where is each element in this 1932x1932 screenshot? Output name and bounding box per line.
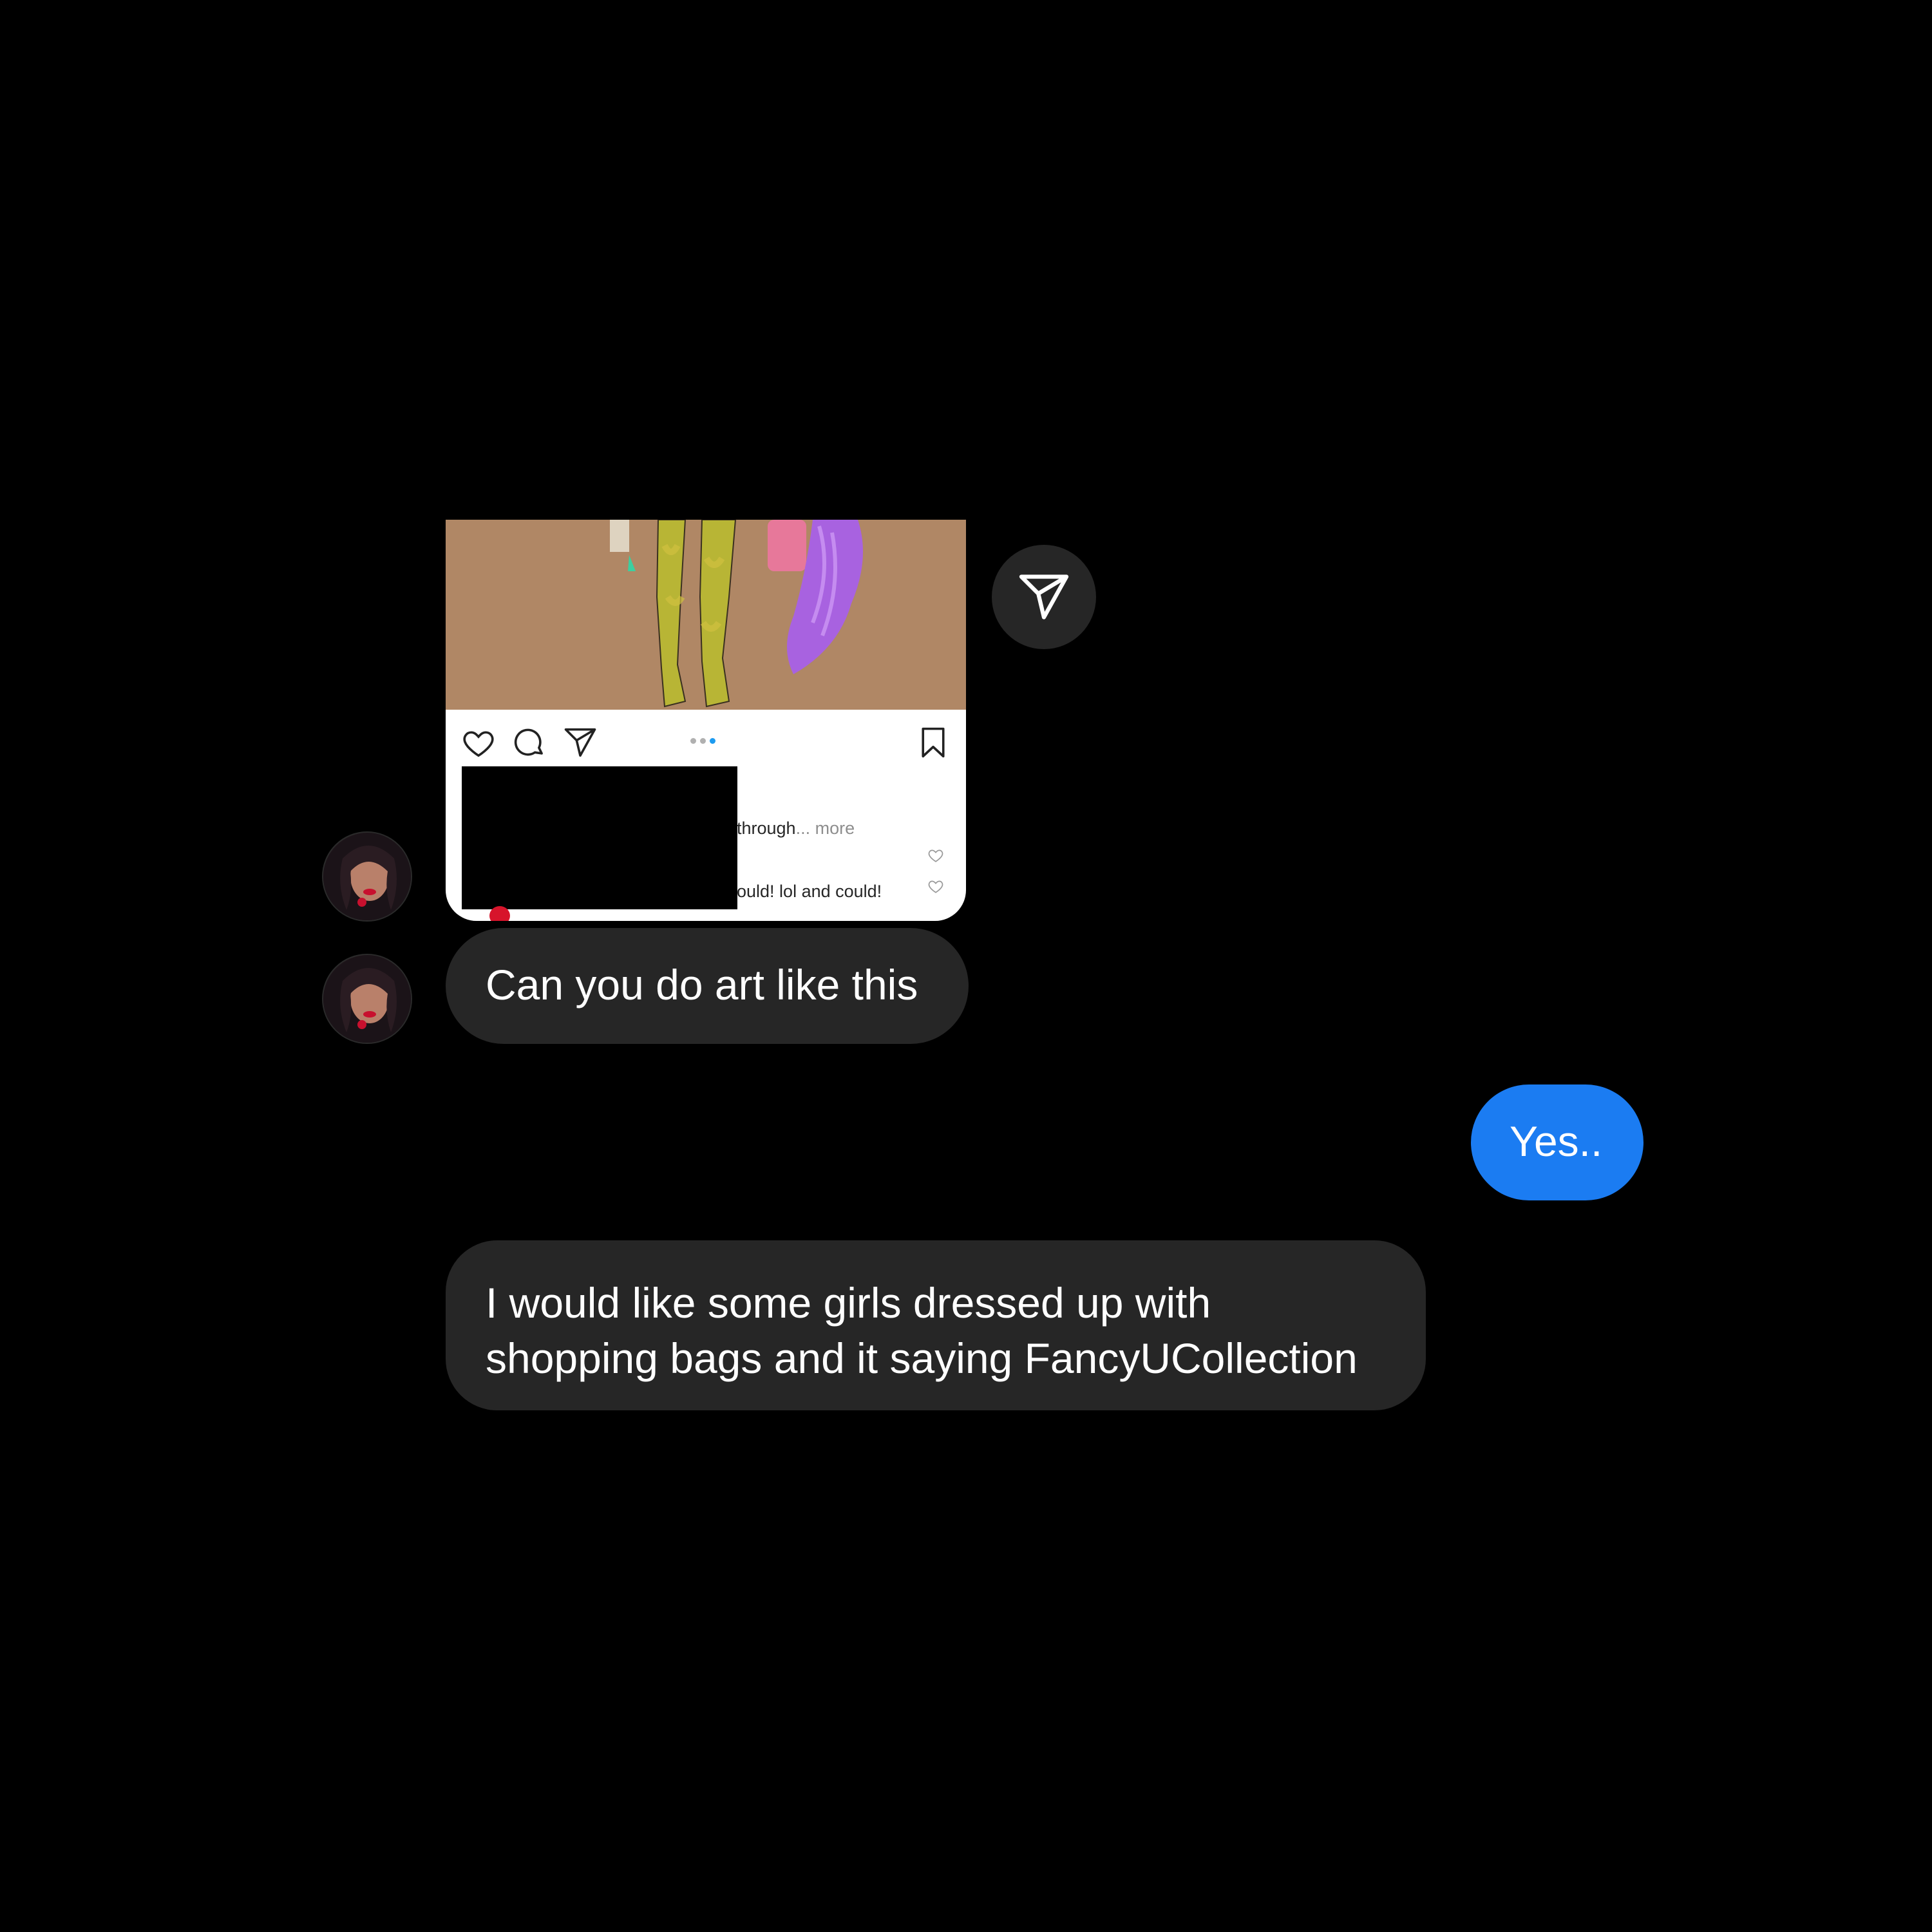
- red-heart-emoji: [489, 906, 510, 921]
- outgoing-message-bubble[interactable]: Yes..: [1471, 1084, 1643, 1200]
- post-comment-line: ould! lol and could!: [737, 882, 882, 901]
- carousel-indicator: [690, 738, 721, 746]
- share-icon[interactable]: [563, 725, 598, 760]
- message-text-line: shopping bags and it saying FancyUCollec…: [486, 1334, 1358, 1382]
- sender-avatar[interactable]: [322, 831, 412, 922]
- message-text: Yes..: [1510, 1117, 1603, 1165]
- send-icon: [1019, 574, 1069, 620]
- incoming-message-bubble[interactable]: I would like some girls dressed up with …: [446, 1240, 1426, 1410]
- sender-avatar[interactable]: [322, 954, 412, 1044]
- post-image[interactable]: [446, 520, 966, 710]
- avatar-photo: [323, 955, 411, 1043]
- comment-like-icon[interactable]: [927, 847, 944, 864]
- post-action-bar: [446, 710, 966, 774]
- avatar-photo: [323, 833, 411, 920]
- bookmark-icon[interactable]: [916, 725, 951, 760]
- caption-text: through: [737, 819, 796, 838]
- post-caption-line1: through... more: [737, 819, 855, 838]
- comment-like-icon[interactable]: [927, 878, 944, 895]
- like-heart-icon[interactable]: [461, 725, 496, 760]
- message-text: Can you do art like this: [486, 961, 918, 1009]
- message-text-line: I would like some girls dressed up with: [486, 1279, 1211, 1327]
- shared-post-card[interactable]: through... more ould! lol and could!: [446, 520, 966, 921]
- redacted-username-block: [462, 766, 737, 909]
- caption-more-link[interactable]: ... more: [796, 819, 855, 838]
- forward-post-button[interactable]: [992, 545, 1096, 649]
- incoming-message-bubble[interactable]: Can you do art like this: [446, 928, 969, 1044]
- comment-icon[interactable]: [512, 725, 547, 760]
